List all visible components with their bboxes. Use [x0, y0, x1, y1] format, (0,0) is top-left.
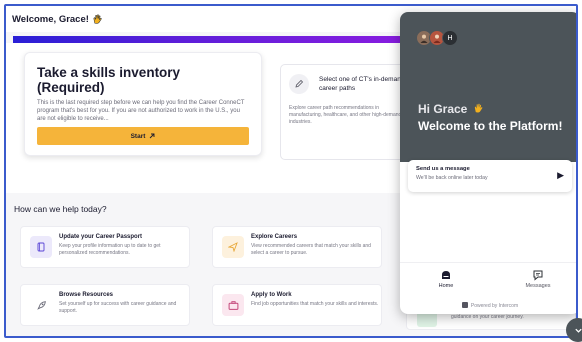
career-paths-title: Select one of CT's in-demand career path… [319, 76, 405, 92]
browse-resources-desc: Set yourself up for success with career … [59, 301, 177, 314]
messenger-header: H Hi Grace Welcome to the Platform! [400, 12, 576, 162]
intercom-messenger: H Hi Grace Welcome to the Platform! Send… [400, 12, 576, 314]
rocket-icon [30, 294, 52, 316]
chevron-down-icon [574, 328, 582, 333]
browse-resources-card[interactable]: Browse Resources Set yourself up for suc… [20, 284, 190, 326]
pencil-icon [289, 74, 309, 94]
career-paths-description: Explore career path recommendations in m… [289, 105, 402, 125]
avatar: H [442, 30, 458, 46]
browse-resources-label: Browse Resources [59, 292, 114, 298]
passport-icon [30, 236, 52, 258]
team-avatars: H [416, 30, 458, 46]
messenger-launcher-button[interactable] [566, 318, 582, 342]
skills-inventory-card: Take a skills inventory (Required) This … [24, 52, 262, 156]
powered-text: Powered by Intercom [470, 303, 519, 309]
career-paths-card[interactable]: Select one of CT's in-demand career path… [280, 64, 410, 160]
messenger-greeting: Hi Grace [418, 102, 484, 116]
waving-hand-icon [474, 103, 483, 113]
nav-home-label: Home [438, 283, 454, 289]
update-passport-label: Update your Career Passport [59, 234, 143, 240]
send-message-card[interactable]: Send us a message We'll be back online l… [408, 160, 572, 192]
greeting-text: Hi Grace [418, 102, 468, 116]
home-icon [442, 271, 450, 279]
progress-gradient-bar [13, 36, 413, 43]
welcome-heading: Welcome, Grace! [12, 13, 89, 25]
nav-messages-tab[interactable]: Messages [508, 269, 568, 289]
waving-hand-icon [93, 13, 102, 24]
start-button[interactable]: Start [37, 127, 249, 145]
paper-plane-icon [222, 236, 244, 258]
arrow-up-right-icon [150, 133, 155, 139]
intercom-logo-icon [461, 302, 468, 308]
explore-careers-card[interactable]: Explore Careers View recommended careers… [212, 226, 382, 268]
apply-to-work-card[interactable]: Apply to Work Find job opportunities tha… [212, 284, 382, 326]
briefcase-icon [222, 294, 244, 316]
send-message-subtitle: We'll be back online later today [416, 175, 488, 181]
app-frame: Welcome, Grace! Take a skills inventory … [4, 4, 578, 338]
explore-careers-desc: View recommended careers that match your… [251, 243, 371, 256]
chat-icon [533, 270, 543, 281]
send-message-title: Send us a message [416, 166, 470, 172]
powered-by-intercom[interactable]: Powered by Intercom [400, 302, 576, 309]
nav-home-tab[interactable]: Home [416, 269, 476, 289]
skills-description: This is the last required step before we… [37, 100, 245, 122]
partial-card-desc: guidance on your career journey. [451, 314, 524, 320]
help-heading: How can we help today? [14, 204, 107, 214]
messenger-welcome: Welcome to the Platform! [418, 119, 563, 133]
update-passport-card[interactable]: Update your Career Passport Keep your pr… [20, 226, 190, 268]
send-arrow-icon: ▶ [557, 170, 564, 180]
update-passport-desc: Keep your profile information up to date… [59, 243, 161, 256]
messenger-nav: Home Messages [400, 262, 576, 298]
avatar-initial: H [447, 34, 453, 42]
start-label: Start [130, 132, 146, 140]
nav-messages-label: Messages [525, 283, 551, 289]
skills-title: Take a skills inventory (Required) [37, 65, 181, 95]
apply-to-work-desc: Find job opportunities that match your s… [251, 301, 379, 307]
apply-to-work-label: Apply to Work [251, 292, 292, 298]
explore-careers-label: Explore Careers [251, 234, 298, 240]
